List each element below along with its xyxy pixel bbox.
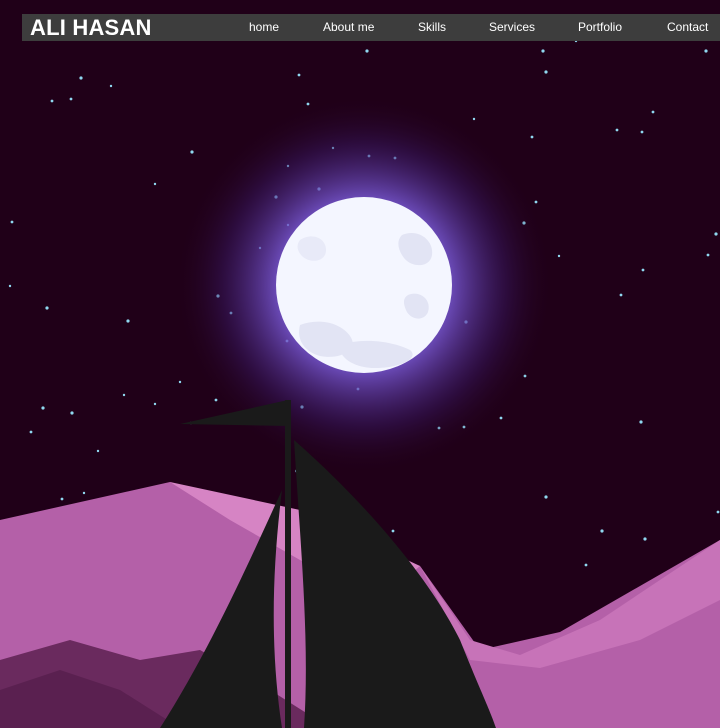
nav-link-about-me[interactable]: About me bbox=[323, 14, 374, 41]
brand-logo-text[interactable]: ALI HASAN bbox=[30, 14, 152, 41]
top-navbar: ALI HASAN home About me Skills Services … bbox=[22, 14, 720, 41]
nav-link-skills[interactable]: Skills bbox=[418, 14, 446, 41]
nav-link-home[interactable]: home bbox=[249, 14, 279, 41]
hero-scene bbox=[0, 0, 720, 728]
hero-illustration bbox=[0, 0, 720, 728]
moon bbox=[276, 197, 452, 373]
nav-link-services[interactable]: Services bbox=[489, 14, 535, 41]
nav-link-contact[interactable]: Contact bbox=[667, 14, 708, 41]
nav-link-portfolio[interactable]: Portfolio bbox=[578, 14, 622, 41]
